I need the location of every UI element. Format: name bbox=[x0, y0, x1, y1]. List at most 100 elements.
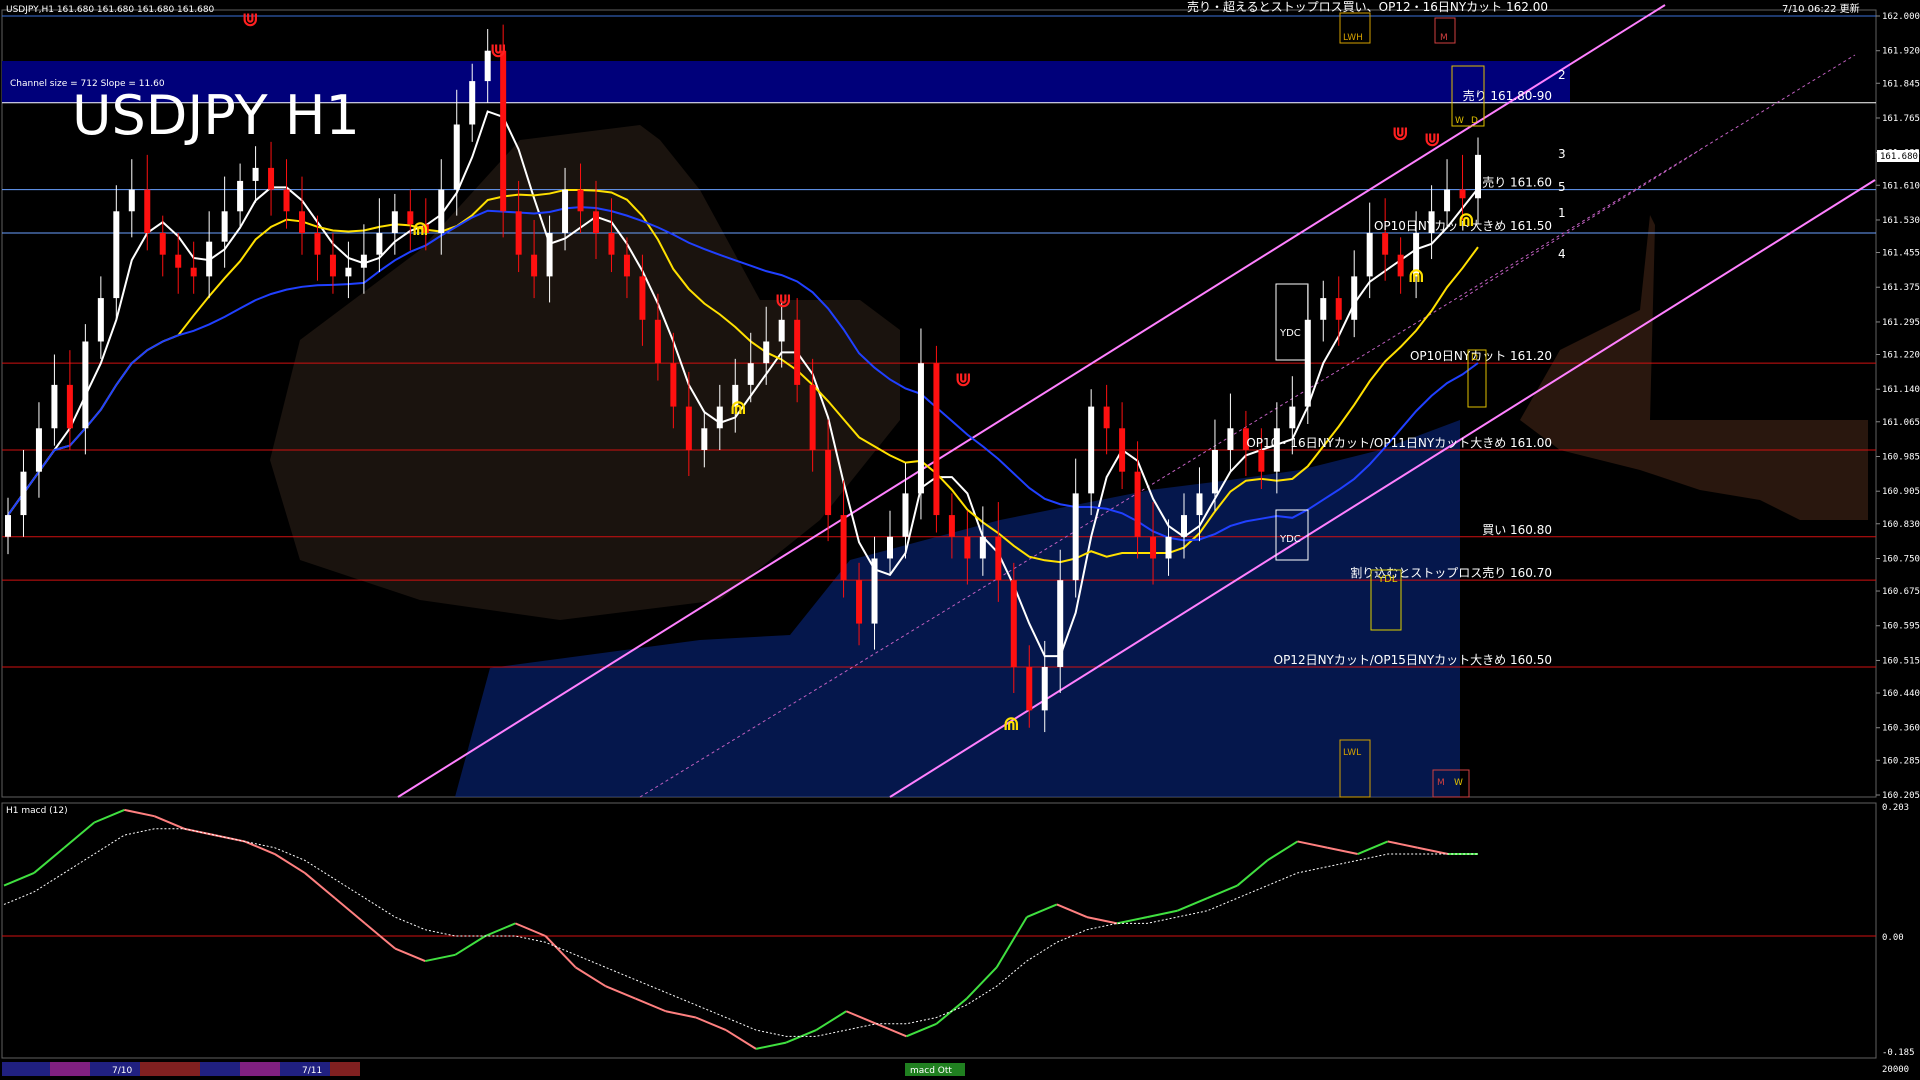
price-tick-label: 160.360 bbox=[1882, 724, 1920, 734]
channel-label-1: 1 bbox=[1558, 206, 1566, 220]
candle-body bbox=[546, 232, 553, 277]
macd-line-segment bbox=[454, 935, 486, 956]
candle-body bbox=[376, 232, 383, 255]
candle-body bbox=[1351, 276, 1358, 320]
macd-line-segment bbox=[605, 985, 637, 1000]
level-label: OP12日NYカット/OP15日NYカット大きめ 160.50 bbox=[1274, 653, 1552, 667]
candle-body bbox=[747, 363, 754, 385]
level-label: OP10・16日NYカット/OP11日NYカット大きめ 161.00 bbox=[1246, 436, 1552, 450]
macd-line-segment bbox=[1236, 859, 1269, 887]
macd-line-segment bbox=[544, 935, 577, 969]
fractal-down-icon: ⋒ bbox=[412, 216, 429, 240]
price-tick-label: 161.610 bbox=[1882, 181, 1920, 191]
macd-line-segment bbox=[63, 821, 95, 849]
candle-body bbox=[113, 211, 120, 299]
candle-body bbox=[964, 536, 971, 559]
candle-body bbox=[778, 319, 785, 342]
macd-signal-line bbox=[3, 828, 1478, 1037]
macd-line-segment bbox=[124, 808, 155, 818]
macd-line-segment bbox=[1297, 840, 1328, 849]
macd-line-segment bbox=[695, 1016, 727, 1031]
chart-canvas[interactable]: 162.000161.920161.845161.765161.685161.6… bbox=[0, 0, 1920, 1080]
candle-body bbox=[871, 558, 878, 624]
date-strip-seg bbox=[240, 1062, 280, 1076]
date-strip-seg bbox=[2, 1062, 50, 1076]
price-tick-label: 161.845 bbox=[1882, 79, 1920, 89]
candle-body bbox=[1041, 666, 1048, 711]
candle-body bbox=[329, 254, 336, 277]
macd-axis-zero: 0.00 bbox=[1882, 933, 1904, 943]
ydc-box-1 bbox=[1275, 283, 1309, 361]
price-tick-label: 160.595 bbox=[1882, 622, 1920, 632]
macd-axis-volume: 20000 bbox=[1882, 1065, 1909, 1075]
candle-body bbox=[933, 363, 940, 516]
candle-body bbox=[1258, 449, 1265, 472]
candle-body bbox=[500, 50, 507, 212]
candle-body bbox=[902, 493, 909, 537]
candle-body bbox=[221, 211, 228, 242]
symbol-title: USDJPY H1 bbox=[72, 84, 360, 147]
macd-title: H1 macd (12) bbox=[6, 806, 68, 816]
candle-body bbox=[701, 428, 708, 450]
ichimoku-cloud-orange bbox=[1520, 215, 1868, 520]
candle-body bbox=[453, 124, 460, 190]
candle-body bbox=[1397, 254, 1404, 277]
macd-line-segment bbox=[1357, 840, 1389, 855]
candle-body bbox=[35, 428, 42, 472]
price-tick-label: 161.220 bbox=[1882, 351, 1920, 361]
macd-line-segment bbox=[274, 853, 306, 874]
candle-body bbox=[809, 384, 816, 450]
candle-body bbox=[1366, 232, 1373, 277]
date-strip-seg bbox=[330, 1062, 360, 1076]
macd-line-segment bbox=[334, 897, 366, 925]
fractal-up-icon: ⋓ bbox=[242, 7, 259, 31]
price-tick-label: 160.750 bbox=[1882, 554, 1920, 564]
macd-axis-top: 0.203 bbox=[1882, 803, 1909, 813]
macd-line-segment bbox=[33, 846, 65, 874]
price-tick-label: 160.905 bbox=[1882, 487, 1920, 497]
macd-line-segment bbox=[394, 947, 426, 963]
price-tick-label: 161.140 bbox=[1882, 385, 1920, 395]
fractal-down-icon: ⋒ bbox=[1458, 207, 1475, 231]
macd-line-segment bbox=[965, 966, 998, 1000]
macd-line-segment bbox=[995, 916, 1028, 968]
ydl-marker: YDL bbox=[1377, 574, 1398, 585]
macd-line-segment bbox=[304, 872, 336, 899]
macd-line-segment bbox=[244, 840, 276, 855]
current-price-label: 161.680 bbox=[1880, 152, 1918, 162]
ichimoku-cloud-past bbox=[270, 125, 900, 620]
candle-body bbox=[639, 276, 646, 320]
candle-body bbox=[685, 406, 692, 450]
fractal-up-icon: ⋓ bbox=[1392, 121, 1409, 145]
macd-line-segment bbox=[1176, 897, 1208, 912]
macd-line-segment bbox=[1206, 884, 1238, 900]
candle-body bbox=[825, 449, 832, 516]
price-tick-label: 160.985 bbox=[1882, 452, 1920, 462]
candle-body bbox=[1227, 428, 1234, 450]
candle-body bbox=[593, 211, 599, 233]
lwh-marker: LWH bbox=[1343, 33, 1363, 43]
channel-label-4: 4 bbox=[1558, 247, 1566, 261]
macd-line-segment bbox=[515, 922, 546, 937]
candle-body bbox=[1057, 580, 1064, 667]
m-marker-bottom: M bbox=[1437, 778, 1445, 788]
candle-body bbox=[360, 254, 367, 268]
price-tick-label: 162.000 bbox=[1882, 12, 1920, 22]
macd-line-segment bbox=[1417, 846, 1449, 856]
macd-line-segment bbox=[665, 1010, 697, 1019]
candle-body bbox=[1459, 189, 1466, 199]
price-tick-label: 160.205 bbox=[1882, 791, 1920, 801]
ydc-marker-2: YDC bbox=[1279, 534, 1301, 545]
candle-body bbox=[1444, 189, 1451, 212]
macd-line-segment bbox=[1116, 916, 1148, 925]
candle-body bbox=[995, 536, 1002, 581]
macd-line-segment bbox=[1327, 846, 1358, 856]
macd-line-segment bbox=[755, 1041, 787, 1050]
candle-body bbox=[299, 211, 305, 233]
level-label: 売り 161.60 bbox=[1482, 175, 1552, 190]
macd-line-segment bbox=[93, 808, 125, 824]
date-strip-seg bbox=[50, 1062, 90, 1076]
candle-body bbox=[159, 232, 166, 255]
macd-line-segment bbox=[1387, 840, 1419, 849]
price-tick-label: 161.295 bbox=[1882, 318, 1920, 328]
